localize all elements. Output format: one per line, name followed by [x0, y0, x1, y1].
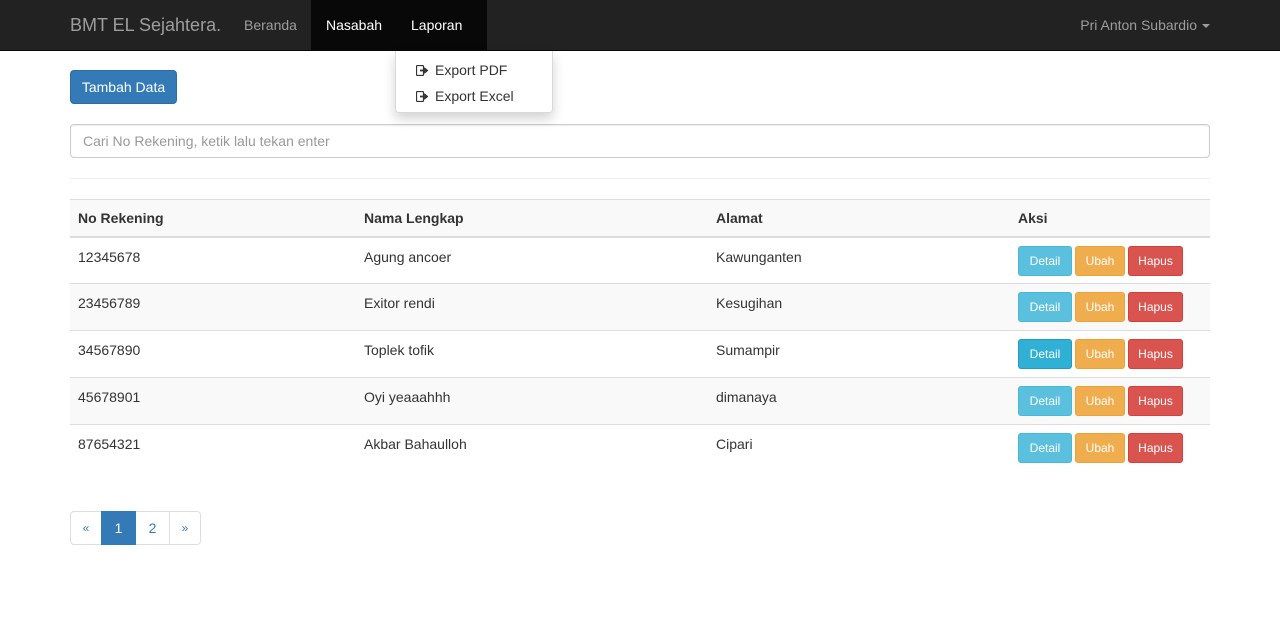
cell-nama: Akbar Bahaulloh [356, 424, 708, 472]
user-menu[interactable]: Pri Anton Subardio [1080, 0, 1210, 50]
table-row: 87654321 Akbar Bahaulloh Cipari Detail Ub… [70, 424, 1210, 472]
table-row: 45678901 Oyi yeaaahhh dimanaya Detail Uba… [70, 377, 1210, 425]
cell-no-rekening: 87654321 [70, 424, 356, 472]
table-row: 23456789 Exitor rendi Kesugihan Detail Ub… [70, 283, 1210, 331]
nav-item-laporan-label: Laporan [411, 17, 463, 33]
detail-button[interactable]: Detail [1018, 433, 1072, 463]
delete-button[interactable]: Hapus [1128, 433, 1183, 463]
detail-button[interactable]: Detail [1018, 386, 1072, 416]
edit-button[interactable]: Ubah [1075, 386, 1125, 416]
delete-button[interactable]: Hapus [1128, 245, 1183, 276]
export-icon [416, 91, 429, 102]
cell-alamat: dimanaya [708, 377, 1010, 425]
cell-nama: Toplek tofik [356, 330, 708, 378]
laporan-dropdown-menu: Export PDF Export Excel [395, 51, 553, 113]
edit-button[interactable]: Ubah [1075, 245, 1125, 276]
nav-item-beranda[interactable]: Beranda [229, 0, 312, 50]
pagination-next[interactable]: » [169, 511, 201, 545]
cell-no-rekening: 34567890 [70, 330, 356, 378]
pagination-page-2[interactable]: 2 [135, 511, 170, 545]
nasabah-table: No Rekening Nama Lengkap Alamat Aksi 123… [70, 199, 1210, 472]
detail-button[interactable]: Detail [1018, 339, 1072, 369]
add-data-button[interactable]: Tambah Data [70, 70, 177, 104]
cell-aksi: Detail Ubah Hapus [1010, 330, 1210, 378]
pagination: « 1 2 » [70, 511, 201, 545]
cell-alamat: Kawunganten [708, 236, 1010, 284]
cell-alamat: Sumampir [708, 330, 1010, 378]
caret-down-icon [1202, 24, 1210, 29]
cell-no-rekening: 45678901 [70, 377, 356, 425]
cell-alamat: Kesugihan [708, 283, 1010, 331]
detail-button[interactable]: Detail [1018, 292, 1072, 322]
cell-nama: Oyi yeaaahhh [356, 377, 708, 425]
column-header-no-rekening: No Rekening [70, 199, 356, 237]
table-row: 34567890 Toplek tofik Sumampir Detail Uba… [70, 330, 1210, 378]
menu-item-export-excel[interactable]: Export Excel [396, 83, 552, 109]
export-icon [416, 65, 429, 76]
divider [70, 178, 1210, 179]
cell-nama: Exitor rendi [356, 283, 708, 331]
menu-item-export-pdf[interactable]: Export PDF [396, 57, 552, 83]
cell-aksi: Detail Ubah Hapus [1010, 236, 1210, 284]
delete-button[interactable]: Hapus [1128, 386, 1183, 416]
edit-button[interactable]: Ubah [1075, 292, 1125, 322]
column-header-aksi: Aksi [1010, 199, 1210, 237]
menu-item-label: Export Excel [435, 88, 514, 104]
cell-aksi: Detail Ubah Hapus [1010, 377, 1210, 425]
delete-button[interactable]: Hapus [1128, 339, 1183, 369]
edit-button[interactable]: Ubah [1075, 339, 1125, 369]
cell-aksi: Detail Ubah Hapus [1010, 424, 1210, 472]
column-header-nama-lengkap: Nama Lengkap [356, 199, 708, 237]
menu-item-label: Export PDF [435, 62, 508, 78]
column-header-alamat: Alamat [708, 199, 1010, 237]
detail-button[interactable]: Detail [1018, 245, 1072, 276]
table-header-row: No Rekening Nama Lengkap Alamat Aksi [70, 199, 1210, 237]
pagination-page-1[interactable]: 1 [101, 511, 136, 545]
search-input[interactable] [70, 124, 1210, 158]
cell-alamat: Cipari [708, 424, 1010, 472]
cell-nama: Agung ancoer [356, 236, 708, 284]
cell-no-rekening: 12345678 [70, 236, 356, 284]
nav-item-laporan[interactable]: Laporan [396, 0, 487, 79]
cell-no-rekening: 23456789 [70, 283, 356, 331]
user-name: Pri Anton Subardio [1080, 17, 1197, 33]
cell-aksi: Detail Ubah Hapus [1010, 283, 1210, 331]
nav-item-nasabah[interactable]: Nasabah [311, 0, 396, 50]
table-row: 12345678 Agung ancoer Kawunganten Detail… [70, 236, 1210, 284]
navbar: BMT EL Sejahtera. Beranda Nasabah Lapora… [0, 0, 1280, 79]
pagination-prev[interactable]: « [70, 511, 102, 545]
edit-button[interactable]: Ubah [1075, 433, 1125, 463]
delete-button[interactable]: Hapus [1128, 292, 1183, 322]
brand-logo[interactable]: BMT EL Sejahtera. [70, 0, 221, 50]
